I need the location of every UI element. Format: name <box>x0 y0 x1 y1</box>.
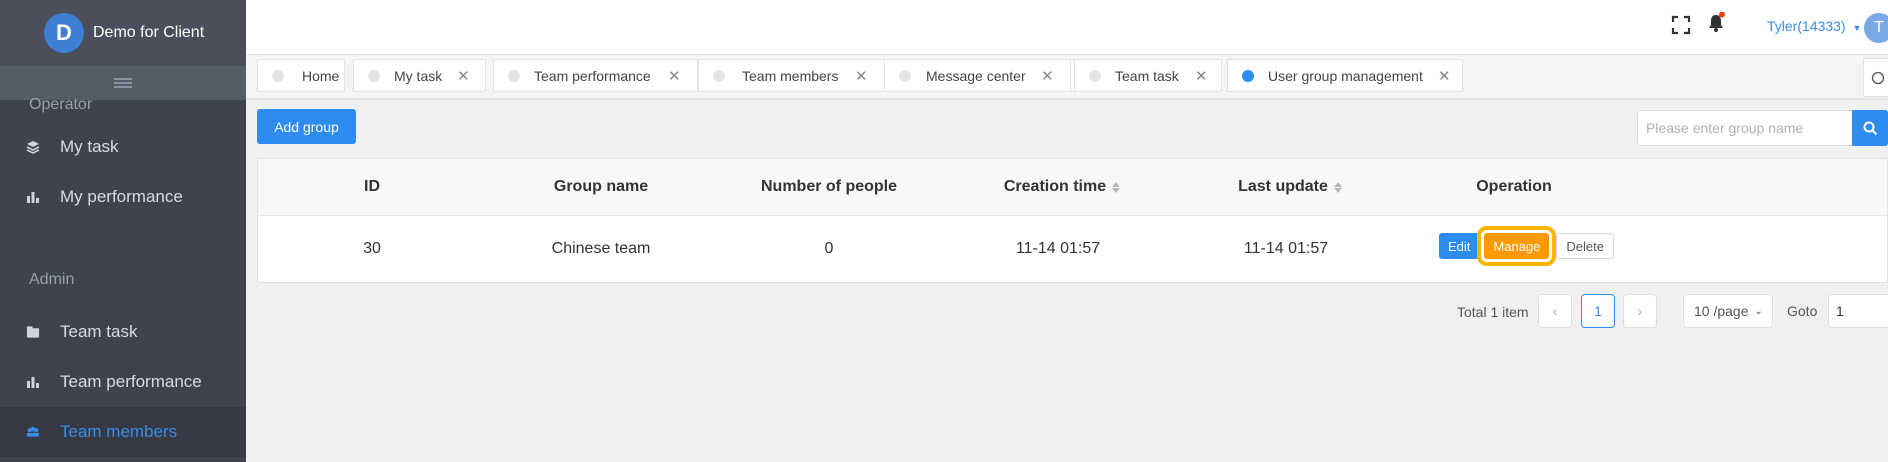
tab-label: My task <box>394 67 443 84</box>
sidebar-item-label: Team performance <box>60 372 202 391</box>
app-title: Demo for Client <box>93 24 205 41</box>
cell-people: 0 <box>824 240 834 257</box>
app-logo: D <box>44 13 84 53</box>
group-table: ID Group name Number of people Creation … <box>257 158 1888 283</box>
column-header-group-name: Group name <box>553 178 649 195</box>
column-header-people: Number of people <box>760 178 898 195</box>
top-bar: Tyler(14333) ▼ T <box>246 0 1888 55</box>
edit-button[interactable]: Edit <box>1439 233 1480 259</box>
row-actions: Edit Manage Delete <box>1439 226 1614 266</box>
add-group-button[interactable]: Add group <box>257 109 356 144</box>
close-icon[interactable]: ✕ <box>1438 67 1451 85</box>
close-icon[interactable]: ✕ <box>668 67 681 85</box>
sidebar-item-my-performance[interactable]: My performance <box>0 172 246 222</box>
sidebar-item-team-performance[interactable]: Team performance <box>0 357 246 407</box>
user-name: Tyler(14333) <box>1767 18 1846 34</box>
tab-status-dot <box>272 69 284 82</box>
collapse-menu-button[interactable] <box>0 66 246 100</box>
sidebar-item-label: My task <box>60 137 119 156</box>
folder-icon <box>26 325 40 339</box>
chevron-right-icon: › <box>1637 303 1643 319</box>
goto-page-input[interactable] <box>1828 294 1888 328</box>
table-row: 30 Chinese team 0 11-14 01:57 11-14 01:5… <box>258 215 1887 282</box>
cell-id: 30 <box>363 240 381 257</box>
page-size-value: 10 /page <box>1694 303 1749 319</box>
tab-team-members[interactable]: Team members ✕ <box>698 59 885 92</box>
section-operator: Operator <box>29 96 93 113</box>
tab-user-group-management[interactable]: User group management ✕ <box>1227 59 1463 92</box>
section-admin: Admin <box>29 271 75 288</box>
tab-home[interactable]: Home <box>257 59 345 92</box>
page-size-select[interactable]: 10 /page ⌄ <box>1683 294 1773 328</box>
column-header-last-update[interactable]: Last update <box>1238 178 1342 196</box>
main-content: Add group ID Group name Number of people… <box>246 100 1888 462</box>
sidebar-item-label: Team members <box>60 422 178 441</box>
sidebar-header: D Demo for Client <box>0 0 246 66</box>
bar-chart-icon <box>26 190 40 204</box>
tab-team-performance[interactable]: Team performance ✕ <box>493 59 698 92</box>
tab-label: Message center <box>926 67 1026 84</box>
sort-icon[interactable] <box>1333 181 1342 193</box>
table-header: ID Group name Number of people Creation … <box>258 159 1887 216</box>
delete-button[interactable]: Delete <box>1556 233 1614 259</box>
column-header-id: ID <box>364 178 380 195</box>
page-1-button[interactable]: 1 <box>1581 294 1615 328</box>
goto-label: Goto <box>1787 303 1818 319</box>
column-header-operation: Operation <box>1476 178 1552 195</box>
prev-page-button[interactable]: ‹ <box>1538 294 1572 328</box>
tab-message-center[interactable]: Message center ✕ <box>884 59 1071 92</box>
sidebar-item-team-members[interactable]: Team members <box>0 407 246 457</box>
fullscreen-icon[interactable] <box>1671 15 1691 35</box>
bell-icon[interactable] <box>1706 12 1726 33</box>
tab-label: Team members <box>742 67 839 84</box>
user-menu[interactable]: Tyler(14333) ▼ <box>1767 18 1861 34</box>
close-icon[interactable]: ✕ <box>855 67 868 85</box>
close-icon[interactable]: ✕ <box>1195 67 1208 85</box>
layers-icon <box>26 140 40 154</box>
tab-status-dot <box>899 69 911 82</box>
close-icon[interactable]: ✕ <box>457 67 470 85</box>
sidebar-item-my-task[interactable]: My task <box>0 122 246 172</box>
tab-label: Team performance <box>534 67 651 84</box>
tab-status-dot <box>713 69 725 82</box>
people-icon <box>26 425 40 439</box>
tab-label: User group management <box>1268 67 1423 84</box>
bar-chart-icon <box>26 375 40 389</box>
caret-down-icon: ▼ <box>1852 23 1862 33</box>
tab-options-button[interactable] <box>1863 58 1888 97</box>
group-name-search-input[interactable] <box>1637 110 1853 146</box>
sidebar-item-team-task[interactable]: Team task <box>0 307 246 357</box>
cell-group-name: Chinese team <box>551 240 651 257</box>
close-icon[interactable]: ✕ <box>1041 67 1054 85</box>
pagination-total: Total 1 item <box>1457 304 1529 320</box>
sort-icon[interactable] <box>1112 181 1121 193</box>
menu-icon <box>114 78 132 88</box>
avatar[interactable]: T <box>1864 13 1888 43</box>
next-page-button[interactable]: › <box>1623 294 1657 328</box>
tab-status-dot <box>368 69 380 82</box>
tabs-bar: Home My task ✕ Team performance ✕ Team m… <box>246 55 1888 100</box>
manage-button[interactable]: Manage <box>1477 226 1557 266</box>
tab-label: Home <box>302 67 340 84</box>
sidebar-item-label: My performance <box>60 187 183 206</box>
tab-status-dot <box>1242 69 1254 82</box>
circle-icon <box>1871 71 1884 84</box>
cell-last-update: 11-14 01:57 <box>1243 240 1329 257</box>
chevron-down-icon: ⌄ <box>1754 305 1763 317</box>
column-header-creation-time[interactable]: Creation time <box>1004 178 1121 196</box>
search-button[interactable] <box>1852 110 1888 146</box>
tab-label: Team task <box>1115 67 1179 84</box>
tab-status-dot <box>1089 69 1101 82</box>
search-icon <box>1863 121 1877 135</box>
tab-my-task[interactable]: My task ✕ <box>353 59 486 92</box>
sidebar: D Demo for Client Operator My task My pe… <box>0 0 246 462</box>
chevron-left-icon: ‹ <box>1552 303 1558 319</box>
sidebar-item-label: Team task <box>60 322 138 341</box>
cell-creation-time: 11-14 01:57 <box>1015 240 1101 257</box>
tab-status-dot <box>508 69 520 82</box>
tab-team-task[interactable]: Team task ✕ <box>1074 59 1222 92</box>
